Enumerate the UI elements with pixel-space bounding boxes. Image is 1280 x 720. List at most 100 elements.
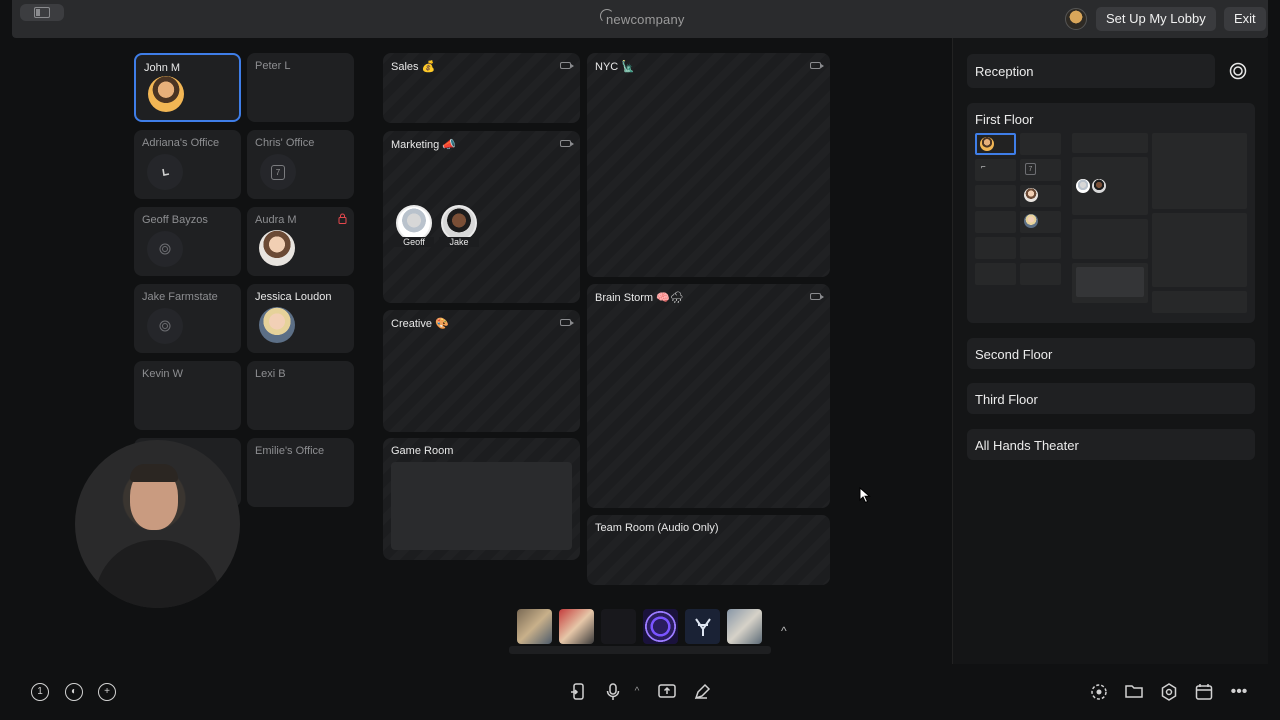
map-office-john bbox=[975, 133, 1016, 155]
office-name: Audra M bbox=[255, 214, 297, 226]
office-chris[interactable]: Chris' Office 7 bbox=[247, 130, 354, 199]
dock-shelf bbox=[509, 646, 771, 654]
room-name: Marketing 📣 bbox=[391, 139, 457, 151]
image-app-icon[interactable] bbox=[727, 609, 762, 644]
avatar[interactable] bbox=[148, 76, 184, 112]
room-name: Sales 💰 bbox=[391, 61, 436, 73]
map-room-brain-storm bbox=[1152, 213, 1247, 287]
office-name: Geoff Bayzos bbox=[142, 214, 208, 226]
avatar[interactable] bbox=[259, 230, 295, 266]
bottom-toolbar: 1 ◐ + ^ ••• bbox=[12, 664, 1268, 720]
pen-icon[interactable] bbox=[693, 683, 711, 701]
floor-name: Third Floor bbox=[975, 392, 1038, 407]
self-video-bubble[interactable] bbox=[75, 440, 240, 608]
add-icon[interactable]: + bbox=[98, 683, 116, 701]
map-calendar-day: 7 bbox=[1025, 163, 1036, 175]
dark-app-icon[interactable] bbox=[601, 609, 636, 644]
top-bar: newcompany Set Up My Lobby Exit bbox=[12, 0, 1268, 38]
avatar bbox=[1092, 179, 1106, 193]
record-icon[interactable] bbox=[1090, 683, 1108, 701]
company-logo: newcompany bbox=[600, 9, 685, 27]
settings-icon[interactable] bbox=[1160, 683, 1178, 701]
swirl-icon[interactable] bbox=[1229, 62, 1247, 80]
avatar bbox=[1024, 188, 1038, 202]
avatar bbox=[396, 205, 432, 241]
office-emilie[interactable]: Emilie's Office bbox=[247, 438, 354, 507]
participant-jake[interactable]: Jake bbox=[439, 205, 479, 247]
office-geoff-bayzos[interactable]: Geoff Bayzos bbox=[134, 207, 241, 276]
office-adriana[interactable]: Adriana's Office bbox=[134, 130, 241, 199]
game-preview bbox=[391, 462, 572, 550]
office-name: John M bbox=[144, 62, 181, 74]
room-nyc[interactable]: NYC 🗽 bbox=[587, 53, 830, 277]
office-name: Adriana's Office bbox=[142, 137, 220, 149]
people-app-icon[interactable] bbox=[559, 609, 594, 644]
map-office bbox=[1020, 237, 1061, 259]
away-icon[interactable]: ◐ bbox=[65, 683, 83, 701]
setup-lobby-button[interactable]: Set Up My Lobby bbox=[1096, 7, 1216, 31]
room-creative[interactable]: Creative 🎨 bbox=[383, 310, 580, 432]
map-office-calendar: 7 bbox=[1020, 159, 1061, 181]
exit-button[interactable]: Exit bbox=[1224, 7, 1266, 31]
map-office-audra bbox=[1020, 185, 1061, 207]
swirl-app-icon[interactable] bbox=[643, 609, 678, 644]
office-peter-l[interactable]: Peter L bbox=[247, 53, 354, 122]
avatar[interactable] bbox=[259, 307, 295, 343]
swirl-icon bbox=[147, 308, 183, 344]
camera-icon bbox=[560, 62, 574, 69]
first-floor-map[interactable]: ⌐ 7 bbox=[975, 133, 1247, 317]
floor-name: First Floor bbox=[975, 112, 1034, 127]
room-name: NYC 🗽 bbox=[595, 61, 635, 73]
map-office bbox=[975, 211, 1016, 233]
status-icon[interactable]: 1 bbox=[31, 683, 49, 701]
map-office bbox=[1020, 263, 1061, 285]
yankees-app-icon[interactable] bbox=[685, 609, 720, 644]
mic-options-chevron-icon[interactable]: ^ bbox=[628, 683, 646, 701]
second-floor-bar[interactable]: Second Floor bbox=[967, 338, 1255, 369]
office-jake-farmstate[interactable]: Jake Farmstate bbox=[134, 284, 241, 353]
participant-geoff[interactable]: Geoff bbox=[394, 205, 434, 247]
panel-icon bbox=[34, 7, 50, 18]
calendar-icon: 7 bbox=[260, 154, 296, 190]
office-lexi-b[interactable]: Lexi B bbox=[247, 361, 354, 430]
room-game-room[interactable]: Game Room bbox=[383, 438, 580, 560]
office-kevin-w[interactable]: Kevin W bbox=[134, 361, 241, 430]
office-audra-m[interactable]: Audra M bbox=[247, 207, 354, 276]
room-name: Game Room bbox=[391, 445, 454, 457]
map-room-game bbox=[1072, 263, 1148, 303]
avatar bbox=[1076, 179, 1090, 193]
all-hands-theater-bar[interactable]: All Hands Theater bbox=[967, 429, 1255, 460]
my-avatar[interactable] bbox=[1065, 8, 1087, 30]
third-floor-bar[interactable]: Third Floor bbox=[967, 383, 1255, 414]
photo-app-icon[interactable] bbox=[517, 609, 552, 644]
floor-name: All Hands Theater bbox=[975, 438, 1079, 453]
camera-icon bbox=[560, 319, 574, 326]
share-screen-icon[interactable] bbox=[569, 683, 587, 701]
office-jessica-loudon[interactable]: Jessica Loudon bbox=[247, 284, 354, 353]
map-office bbox=[975, 237, 1016, 259]
more-options-icon[interactable]: ••• bbox=[1230, 683, 1248, 701]
microphone-icon[interactable] bbox=[604, 683, 622, 701]
map-office bbox=[975, 185, 1016, 207]
reception-bar[interactable]: Reception bbox=[967, 54, 1215, 88]
first-floor-section[interactable]: First Floor ⌐ 7 bbox=[967, 103, 1255, 323]
room-brain-storm[interactable]: Brain Storm 🧠🌧 bbox=[587, 284, 830, 508]
office-name: Kevin W bbox=[142, 368, 183, 380]
map-room-sales bbox=[1072, 133, 1148, 153]
dock-expand-caret[interactable]: ^ bbox=[781, 624, 787, 638]
folder-icon[interactable] bbox=[1125, 683, 1143, 701]
map-room-team bbox=[1152, 291, 1247, 313]
map-office-jessica bbox=[1020, 211, 1061, 233]
room-marketing[interactable]: Marketing 📣 Geoff Jake bbox=[383, 131, 580, 303]
avatar bbox=[980, 137, 994, 151]
map-office bbox=[975, 263, 1016, 285]
sidebar-toggle-button[interactable] bbox=[20, 4, 64, 21]
calendar-icon[interactable] bbox=[1195, 683, 1213, 701]
camera-icon bbox=[810, 293, 824, 300]
office-name: Jessica Loudon bbox=[255, 291, 332, 303]
room-sales[interactable]: Sales 💰 bbox=[383, 53, 580, 123]
room-team-room[interactable]: Team Room (Audio Only) bbox=[587, 515, 830, 585]
screen-share-icon[interactable] bbox=[658, 683, 676, 701]
logo-text: newcompany bbox=[606, 12, 685, 27]
office-john-m[interactable]: John M bbox=[134, 53, 241, 122]
